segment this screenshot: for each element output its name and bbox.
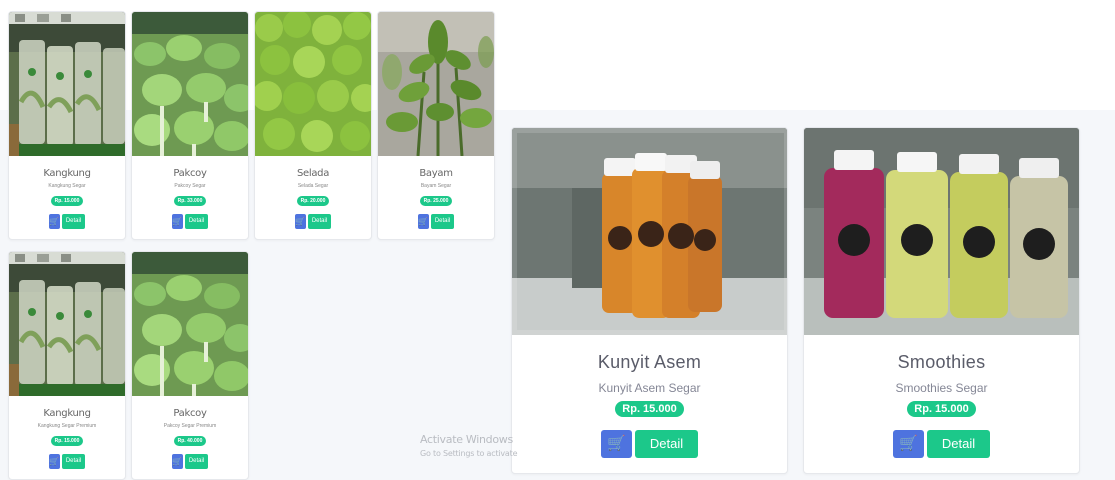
product-image-kangkung[interactable] (9, 12, 125, 156)
product-name: Smoothies (897, 352, 986, 372)
product-image-selada[interactable] (255, 12, 371, 156)
price-badge: Rp. 15.000 (907, 401, 976, 417)
product-subtitle: Bayam Segar (420, 183, 452, 189)
product-card-smoothies: Smoothies Smoothies Segar Rp. 15.000 🛒 D… (803, 127, 1080, 474)
product-image-kunyit-asem[interactable] (512, 128, 787, 335)
product-image-pakcoy[interactable] (132, 12, 248, 156)
product-card-selada: Selada Selada Segar Rp. 20.000 🛒 Detail (254, 11, 372, 240)
activate-windows-watermark: Activate Windows Go to Settings to activ… (420, 433, 517, 458)
shopping-cart-icon: 🛒 (899, 435, 918, 452)
detail-button[interactable]: Detail (307, 214, 332, 229)
shopping-cart-icon: 🛒 (172, 217, 183, 226)
product-card-kangkung-premium: Kangkung Kangkung Segar Premium Rp. 15.0… (8, 251, 126, 480)
product-card-kangkung: Kangkung Kangkung Segar Rp. 15.000 🛒 Det… (8, 11, 126, 240)
product-image-kangkung-premium[interactable] (9, 252, 125, 396)
product-subtitle: Pakcoy Segar (174, 183, 206, 189)
product-image-bayam[interactable] (378, 12, 494, 156)
price-badge: Rp. 15.000 (615, 401, 684, 417)
shopping-cart-icon: 🛒 (172, 457, 183, 466)
detail-button[interactable]: Detail (926, 430, 991, 458)
detail-button[interactable]: Detail (184, 214, 209, 229)
product-subtitle: Kangkung Segar Premium (37, 423, 97, 429)
watermark-subtitle: Go to Settings to activate (420, 449, 518, 458)
watermark-title: Activate Windows (420, 433, 513, 446)
add-to-cart-button[interactable]: 🛒 (171, 214, 183, 229)
add-to-cart-button[interactable]: 🛒 (892, 430, 924, 458)
product-name: Pakcoy (173, 408, 207, 419)
add-to-cart-button[interactable]: 🛒 (48, 214, 60, 229)
product-subtitle: Smoothies Segar (895, 381, 988, 395)
price-badge: Rp. 15.000 (50, 436, 84, 446)
detail-button[interactable]: Detail (184, 454, 209, 469)
price-badge: Rp. 15.000 (50, 196, 84, 206)
product-name: Pakcoy (173, 168, 207, 179)
product-name: Kangkung (43, 408, 91, 419)
product-subtitle: Kangkung Segar (48, 183, 86, 189)
price-badge: Rp. 25.000 (419, 196, 453, 206)
product-subtitle: Selada Segar (297, 183, 329, 189)
detail-button[interactable]: Detail (61, 454, 86, 469)
detail-button[interactable]: Detail (634, 430, 699, 458)
add-to-cart-button[interactable]: 🛒 (171, 454, 183, 469)
price-badge: Rp. 33.000 (173, 196, 207, 206)
product-image-smoothies[interactable] (804, 128, 1079, 335)
price-badge: Rp. 20.000 (296, 196, 330, 206)
product-card-pakcoy: Pakcoy Pakcoy Segar Rp. 33.000 🛒 Detail (131, 11, 249, 240)
detail-button[interactable]: Detail (430, 214, 455, 229)
product-card-kunyit-asem: Kunyit Asem Kunyit Asem Segar Rp. 15.000… (511, 127, 788, 474)
shopping-cart-icon: 🛒 (418, 217, 429, 226)
price-badge: Rp. 40.000 (173, 436, 207, 446)
shopping-cart-icon: 🛒 (49, 457, 60, 466)
shopping-cart-icon: 🛒 (49, 217, 60, 226)
product-name: Bayam (419, 168, 453, 179)
product-name: Selada (296, 168, 330, 179)
add-to-cart-button[interactable]: 🛒 (294, 214, 306, 229)
product-card-bayam: Bayam Bayam Segar Rp. 25.000 🛒 Detail (377, 11, 495, 240)
product-subtitle: Pakcoy Segar Premium (163, 423, 217, 429)
shopping-cart-icon: 🛒 (295, 217, 306, 226)
product-name: Kunyit Asem (597, 352, 702, 372)
detail-button[interactable]: Detail (61, 214, 86, 229)
product-subtitle: Kunyit Asem Segar (598, 381, 701, 395)
add-to-cart-button[interactable]: 🛒 (48, 454, 60, 469)
add-to-cart-button[interactable]: 🛒 (600, 430, 632, 458)
product-name: Kangkung (43, 168, 91, 179)
product-card-pakcoy-premium: Pakcoy Pakcoy Segar Premium Rp. 40.000 🛒… (131, 251, 249, 480)
product-image-pakcoy-premium[interactable] (132, 252, 248, 396)
add-to-cart-button[interactable]: 🛒 (417, 214, 429, 229)
shopping-cart-icon: 🛒 (607, 435, 626, 452)
